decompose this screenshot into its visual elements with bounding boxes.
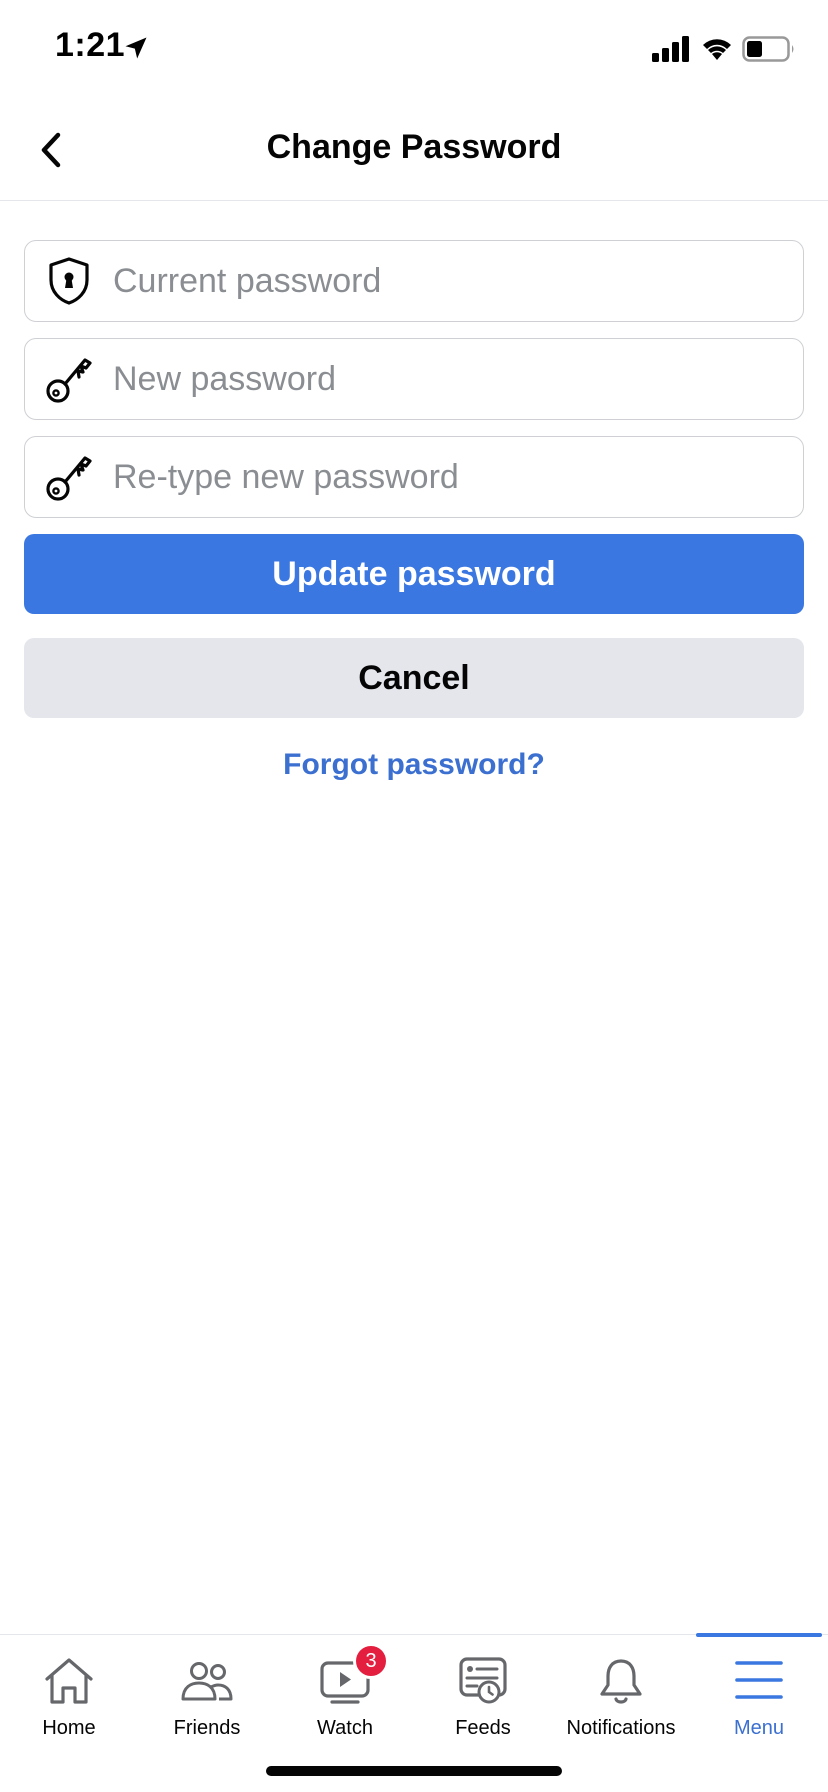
menu-icon	[735, 1661, 783, 1699]
tab-label: Friends	[173, 1717, 241, 1739]
tab-watch[interactable]: 3 Watch	[276, 1635, 414, 1755]
cellular-signal-icon	[652, 36, 689, 62]
shield-lock-icon	[27, 240, 111, 322]
location-arrow-icon	[125, 37, 147, 59]
tab-label: Watch	[317, 1717, 373, 1739]
current-password-input[interactable]	[111, 241, 803, 321]
tab-label: Menu	[733, 1717, 785, 1739]
tab-menu[interactable]: Menu	[690, 1635, 828, 1755]
home-icon	[45, 1658, 93, 1704]
page-title: Change Password	[266, 128, 562, 166]
retype-password-field	[24, 436, 804, 518]
nav-header: Change Password	[0, 100, 828, 201]
tab-label: Feeds	[455, 1717, 511, 1739]
key-icon	[27, 436, 111, 518]
new-password-input[interactable]	[111, 339, 803, 419]
bell-icon	[600, 1659, 642, 1704]
tab-feeds[interactable]: Feeds	[414, 1635, 552, 1755]
wifi-icon	[703, 39, 731, 60]
status-bar: 1:21	[0, 0, 828, 100]
new-password-field	[24, 338, 804, 420]
cancel-button[interactable]: Cancel	[24, 638, 804, 718]
watch-icon-wrapper: 3	[317, 1643, 389, 1707]
forgot-password-link[interactable]: Forgot password?	[24, 748, 804, 782]
change-password-form: Update password Cancel Forgot password?	[24, 240, 804, 782]
tab-notifications[interactable]: Notifications	[552, 1635, 690, 1755]
friends-icon	[181, 1662, 233, 1701]
battery-icon	[742, 36, 794, 62]
update-password-button[interactable]: Update password	[24, 534, 804, 614]
tab-friends[interactable]: Friends	[138, 1635, 276, 1755]
watch-badge: 3	[353, 1643, 389, 1679]
status-time: 1:21	[55, 26, 126, 64]
current-password-field	[24, 240, 804, 322]
feeds-icon	[459, 1657, 507, 1704]
tab-label: Notifications	[566, 1717, 676, 1739]
retype-password-input[interactable]	[111, 437, 803, 517]
key-icon	[27, 338, 111, 420]
tab-home[interactable]: Home	[0, 1635, 138, 1755]
home-indicator	[266, 1766, 562, 1776]
tab-label: Home	[42, 1717, 96, 1739]
